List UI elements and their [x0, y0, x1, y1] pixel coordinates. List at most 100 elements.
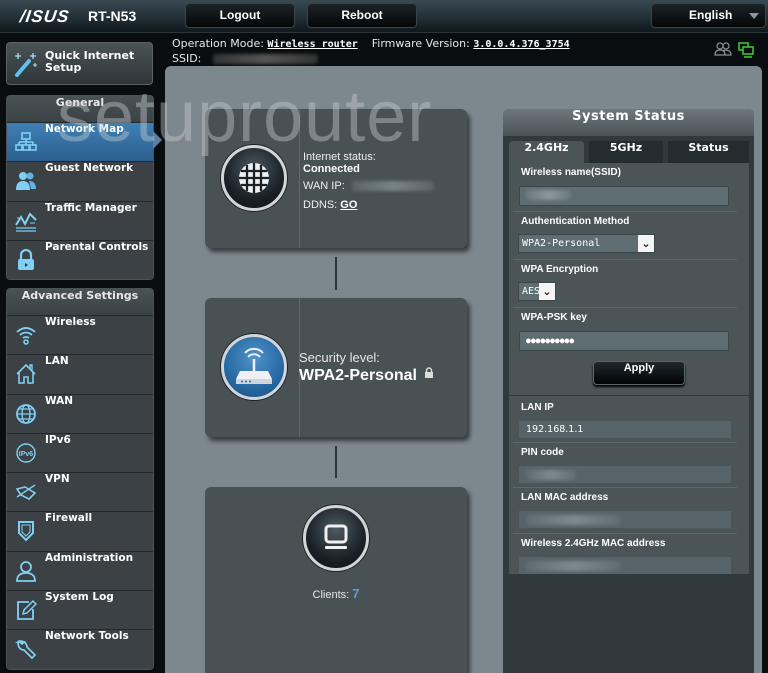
wan-ip-label: WAN IP:: [303, 180, 345, 192]
encryption-label: WPA Encryption: [521, 264, 599, 275]
sidebar-item-label: Guest Network: [45, 162, 134, 175]
tab-5ghz[interactable]: 5GHz: [589, 141, 663, 163]
sidebar-general: General Network Map Guest Network Traffi…: [6, 95, 154, 280]
firmware-link[interactable]: 3.0.0.4.376_3754: [473, 39, 569, 50]
sidebar-item-wan[interactable]: WAN: [7, 394, 153, 434]
wifi-mac-value: [519, 557, 731, 574]
svg-text:IPv6: IPv6: [19, 451, 34, 458]
sidebar-item-label: IPv6: [45, 433, 71, 446]
router-icon: [236, 347, 272, 384]
auth-method-select[interactable]: WPA2-Personal ⌄: [518, 234, 655, 253]
router-card[interactable]: Security level: WPA2-Personal: [205, 298, 467, 437]
sidebar-item-system-log[interactable]: System Log: [7, 591, 153, 631]
sidebar-item-administration[interactable]: Administration: [7, 551, 153, 592]
divider: [513, 533, 737, 534]
firmware-label: Firmware Version:: [371, 37, 470, 50]
operation-mode-link[interactable]: Wireless router: [267, 39, 357, 50]
magic-wand-icon: [15, 53, 37, 77]
auth-method-label: Authentication Method: [521, 216, 630, 227]
security-level-label: Security level:: [299, 350, 380, 365]
system-log-icon: [17, 600, 37, 620]
sidebar-item-lan[interactable]: LAN: [7, 355, 153, 395]
security-level-value: WPA2-Personal: [299, 367, 417, 384]
quick-internet-setup-button[interactable]: Quick Internet Setup: [6, 42, 153, 85]
info-bar: Operation Mode: Wireless router Firmware…: [172, 36, 570, 66]
sidebar-item-vpn[interactable]: VPN: [7, 473, 153, 513]
psk-key-input[interactable]: ●●●●●●●●●●: [519, 331, 729, 351]
sidebar-item-firewall[interactable]: Firewall: [7, 512, 153, 552]
lock-icon: [425, 367, 434, 378]
users-icon[interactable]: [714, 42, 732, 56]
router-button[interactable]: [221, 334, 287, 400]
logout-button[interactable]: Logout: [185, 3, 295, 28]
psk-key-label: WPA-PSK key: [521, 312, 587, 323]
sidebar-item-network-map[interactable]: Network Map: [7, 123, 153, 163]
divider: [513, 442, 737, 443]
sidebar-item-ipv6[interactable]: IPv6 IPv6: [7, 433, 153, 474]
connector-line: [335, 257, 337, 290]
apply-button[interactable]: Apply: [593, 361, 685, 385]
clients-label: Clients:: [312, 589, 350, 601]
ssid-label: SSID:: [172, 52, 202, 65]
ssid-input-value-redacted: [526, 190, 571, 200]
pin-code-redacted: [526, 469, 576, 480]
sidebar-item-parental-controls[interactable]: Parental Controls: [7, 240, 153, 279]
encryption-select[interactable]: AES ⌄: [518, 282, 556, 301]
clients-count[interactable]: 7: [352, 586, 359, 601]
network-map-icon: [15, 132, 37, 151]
system-status-title: System Status: [503, 109, 754, 136]
internet-globe-button[interactable]: [221, 145, 287, 211]
ssid-value-redacted: [212, 54, 318, 64]
sidebar-general-heading: General: [7, 96, 153, 123]
auth-method-value: WPA2-Personal: [522, 238, 601, 249]
sidebar-item-label: Parental Controls: [45, 240, 149, 253]
sidebar-item-label: WAN: [45, 394, 74, 407]
pin-code-label: PIN code: [521, 447, 564, 458]
ddns-label: DDNS:: [303, 199, 338, 211]
lan-ip-label: LAN IP: [521, 402, 554, 413]
top-bar: /ISUS RT-N53 Logout Reboot English: [0, 0, 768, 33]
sidebar-advanced: Advanced Settings Wireless LAN WAN IPv6 …: [6, 288, 154, 670]
lan-mac-redacted: [526, 514, 621, 525]
band-tabs: 2.4GHz 5GHz Status: [509, 141, 749, 163]
tab-2-4ghz[interactable]: 2.4GHz: [509, 141, 584, 163]
firewall-icon: [18, 521, 34, 542]
traffic-manager-icon: [15, 211, 37, 232]
tab-status[interactable]: Status: [668, 141, 749, 163]
language-value: English: [689, 8, 733, 22]
sidebar-item-guest-network[interactable]: Guest Network: [7, 162, 153, 202]
globe-icon: [239, 163, 269, 193]
divider: [513, 487, 737, 488]
divider: [513, 259, 737, 260]
clients-button[interactable]: [303, 505, 369, 571]
sidebar-item-label: Network Map: [45, 123, 124, 135]
system-status-panel: System Status 2.4GHz 5GHz Status Wireles…: [503, 109, 754, 673]
ddns-go-link[interactable]: GO: [340, 199, 357, 211]
administration-icon: [16, 560, 36, 582]
ipv6-icon: IPv6: [16, 443, 36, 463]
sidebar-item-label: Traffic Manager: [45, 201, 137, 214]
language-select[interactable]: English: [651, 3, 766, 28]
wifi-mac-label: Wireless 2.4GHz MAC address: [521, 538, 666, 549]
sidebar-item-traffic-manager[interactable]: Traffic Manager: [7, 201, 153, 241]
quick-internet-setup-label: Quick Internet Setup: [45, 49, 135, 74]
sidebar-advanced-heading: Advanced Settings: [7, 289, 153, 316]
operation-mode-label: Operation Mode:: [172, 37, 264, 50]
sidebar-item-label: Network Tools: [45, 630, 129, 643]
reboot-button[interactable]: Reboot: [307, 3, 417, 28]
clients-card[interactable]: Clients: 7: [205, 487, 467, 673]
divider: [513, 307, 737, 308]
chevron-down-icon: [749, 13, 759, 19]
ssid-input[interactable]: [519, 186, 729, 206]
chevron-down-icon: ⌄: [638, 235, 654, 252]
internet-card[interactable]: Internet status: Connected WAN IP: DDNS:…: [205, 109, 467, 248]
vpn-icon: [15, 484, 37, 501]
internet-status-label: Internet status:: [303, 151, 376, 163]
lan-mac-label: LAN MAC address: [521, 492, 609, 503]
sidebar-item-network-tools[interactable]: Network Tools: [7, 630, 153, 669]
usb-connection-icon[interactable]: [738, 42, 754, 58]
sidebar-item-wireless[interactable]: Wireless: [7, 316, 153, 356]
lan-ip-value: 192.168.1.1: [519, 421, 731, 438]
brand-logo: /ISUS: [18, 7, 71, 26]
router-info-panel: LAN IP 192.168.1.1 PIN code LAN MAC addr…: [509, 396, 749, 574]
